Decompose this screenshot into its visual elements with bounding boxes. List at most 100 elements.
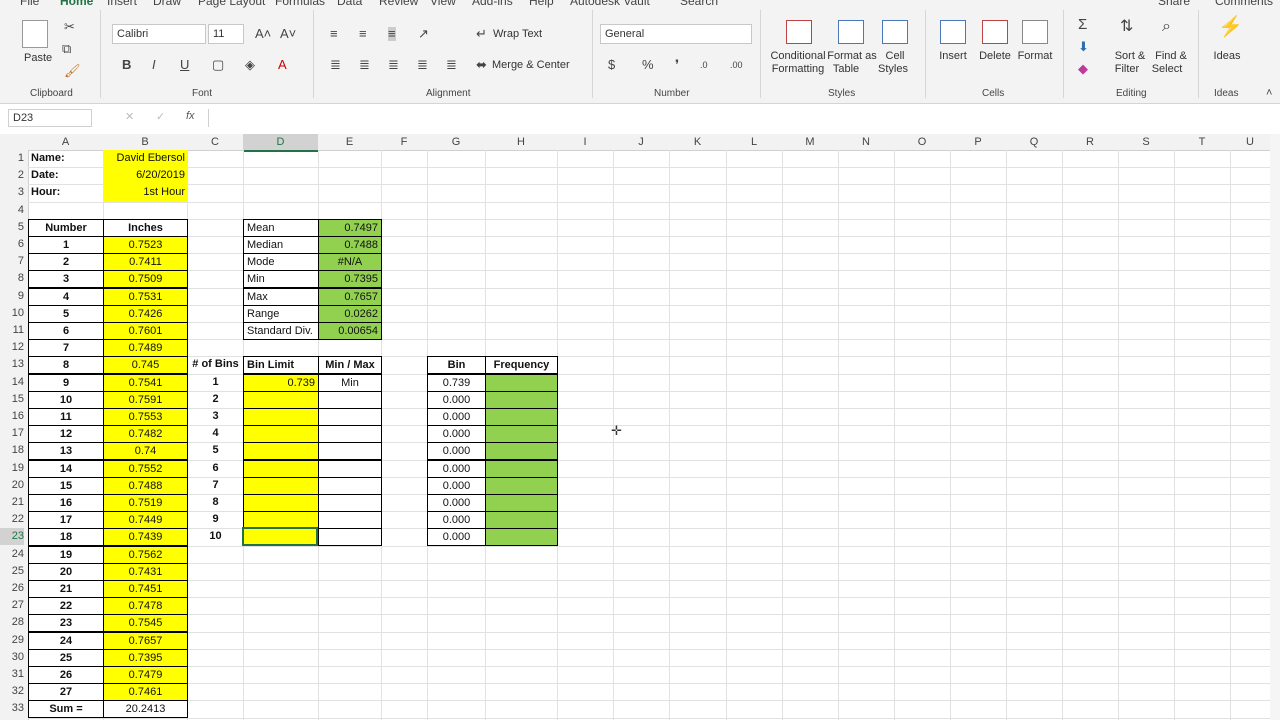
insert-cells-button[interactable]: Insert xyxy=(936,50,970,63)
bin-min-max[interactable]: Min xyxy=(318,374,382,392)
measurement-value[interactable]: 0.7488 xyxy=(103,477,188,495)
column-header-q[interactable]: Q xyxy=(1006,134,1062,150)
column-header-d[interactable]: D xyxy=(243,134,318,152)
column-header-r[interactable]: R xyxy=(1062,134,1118,150)
align-bottom-icon[interactable]: ≡ xyxy=(388,27,396,41)
bin-limit-input[interactable] xyxy=(243,477,319,495)
measurement-number[interactable]: 24 xyxy=(28,632,104,650)
measurement-number[interactable]: 26 xyxy=(28,666,104,684)
measurement-value[interactable]: 0.7531 xyxy=(103,288,188,306)
stat-value[interactable]: 0.7395 xyxy=(318,270,382,288)
stat-label[interactable]: Standard Div. xyxy=(243,322,319,340)
column-header-n[interactable]: N xyxy=(838,134,894,150)
frequency-bin[interactable]: 0.000 xyxy=(427,391,486,409)
frequency-bin[interactable]: 0.000 xyxy=(427,511,486,529)
formula-input[interactable] xyxy=(208,109,1269,127)
format-as-table-label-2[interactable]: Table xyxy=(826,63,866,76)
row-header[interactable]: 32 xyxy=(0,683,24,700)
stat-value[interactable]: #N/A xyxy=(318,253,382,271)
measurement-value[interactable]: 0.7519 xyxy=(103,494,188,512)
measurement-number[interactable]: 23 xyxy=(28,614,104,632)
tab-file[interactable]: File xyxy=(20,0,39,8)
measurement-number[interactable]: 18 xyxy=(28,528,104,546)
stat-value[interactable]: 0.7488 xyxy=(318,236,382,254)
bin-min-max[interactable] xyxy=(318,408,382,426)
row-header[interactable]: 24 xyxy=(0,546,24,563)
bin-min-max[interactable] xyxy=(318,477,382,495)
copy-icon[interactable]: ⧉ xyxy=(62,42,71,56)
column-header-e[interactable]: E xyxy=(318,134,381,150)
ideas-icon[interactable]: ⚡ xyxy=(1218,17,1243,37)
row-header[interactable]: 13 xyxy=(0,356,24,373)
comma-icon[interactable]: ❜ xyxy=(675,58,679,72)
frequency-bin[interactable]: 0.000 xyxy=(427,408,486,426)
bin-min-max[interactable] xyxy=(318,494,382,512)
bin-number[interactable]: 6 xyxy=(187,460,244,478)
bin-min-max[interactable] xyxy=(318,528,382,546)
align-middle-icon[interactable]: ≡ xyxy=(359,27,367,41)
column-header-j[interactable]: J xyxy=(613,134,669,150)
font-family-select[interactable]: Calibri xyxy=(112,24,206,44)
row-header[interactable]: 27 xyxy=(0,597,24,614)
bin-number[interactable]: 9 xyxy=(187,511,244,529)
stat-value[interactable]: 0.7657 xyxy=(318,288,382,306)
row-header[interactable]: 1 xyxy=(0,150,24,167)
bold-icon[interactable]: B xyxy=(122,58,131,72)
measurement-value[interactable]: 0.745 xyxy=(103,356,188,374)
row-header[interactable]: 6 xyxy=(0,236,24,253)
frequency-value[interactable] xyxy=(485,511,558,529)
stat-value[interactable]: 0.7497 xyxy=(318,219,382,237)
row-header[interactable]: 25 xyxy=(0,563,24,580)
delete-cells-icon[interactable] xyxy=(982,20,1008,44)
row-header[interactable]: 30 xyxy=(0,649,24,666)
bin-limit-input[interactable] xyxy=(243,391,319,409)
measurement-number[interactable]: 6 xyxy=(28,322,104,340)
row-header[interactable]: 12 xyxy=(0,339,24,356)
column-header-k[interactable]: K xyxy=(669,134,726,150)
conditional-formatting-label-2[interactable]: Formatting xyxy=(766,63,830,76)
frequency-value[interactable] xyxy=(485,528,558,546)
column-header-h[interactable]: H xyxy=(485,134,557,150)
column-header-o[interactable]: O xyxy=(894,134,950,150)
fill-color-icon[interactable]: ◈ xyxy=(245,58,255,72)
align-right-icon[interactable]: ≣ xyxy=(388,58,399,72)
tab-help[interactable]: Help xyxy=(529,0,554,8)
measurement-number[interactable]: 21 xyxy=(28,580,104,598)
tab-formulas[interactable]: Formulas xyxy=(275,0,325,8)
format-as-table-icon[interactable] xyxy=(838,20,864,44)
measurement-number[interactable]: 11 xyxy=(28,408,104,426)
measurement-value[interactable]: 0.7461 xyxy=(103,683,188,701)
cell-styles-label[interactable]: Cell xyxy=(880,50,910,63)
bin-min-max[interactable] xyxy=(318,442,382,460)
collapse-ribbon-icon[interactable]: ˄ xyxy=(1266,86,1272,100)
fill-icon[interactable]: ⬇ xyxy=(1078,40,1089,54)
name-value[interactable]: David Ebersol xyxy=(103,150,188,168)
measurement-number[interactable]: 22 xyxy=(28,597,104,615)
stat-label[interactable]: Min xyxy=(243,270,319,288)
frequency-value[interactable] xyxy=(485,477,558,495)
ideas-button[interactable]: Ideas xyxy=(1210,50,1244,63)
stat-value[interactable]: 0.00654 xyxy=(318,322,382,340)
bin-number[interactable]: 5 xyxy=(187,442,244,460)
measurement-value[interactable]: 0.7439 xyxy=(103,528,188,546)
hour-value[interactable]: 1st Hour xyxy=(103,184,188,202)
bin-number[interactable]: 1 xyxy=(187,374,244,392)
row-header[interactable]: 29 xyxy=(0,632,24,649)
date-value[interactable]: 6/20/2019 xyxy=(103,167,188,185)
measurement-value[interactable]: 0.7482 xyxy=(103,425,188,443)
find-select-label-2[interactable]: Select xyxy=(1150,63,1184,76)
frequency-bin[interactable]: 0.000 xyxy=(427,460,486,478)
column-header-b[interactable]: B xyxy=(103,134,187,150)
measurement-number[interactable]: 14 xyxy=(28,460,104,478)
frequency-value[interactable] xyxy=(485,425,558,443)
percent-icon[interactable]: % xyxy=(642,58,654,72)
tab-page-layout[interactable]: Page Layout xyxy=(198,0,265,8)
wrap-text-button[interactable]: Wrap Text xyxy=(493,28,542,40)
column-header-g[interactable]: G xyxy=(427,134,485,150)
format-cells-icon[interactable] xyxy=(1022,20,1048,44)
row-header[interactable]: 19 xyxy=(0,460,24,477)
row-header[interactable]: 33 xyxy=(0,700,24,717)
measurement-number[interactable]: 16 xyxy=(28,494,104,512)
find-select-icon[interactable]: ⌕ xyxy=(1162,19,1171,35)
comments-button[interactable]: Comments xyxy=(1215,0,1273,8)
